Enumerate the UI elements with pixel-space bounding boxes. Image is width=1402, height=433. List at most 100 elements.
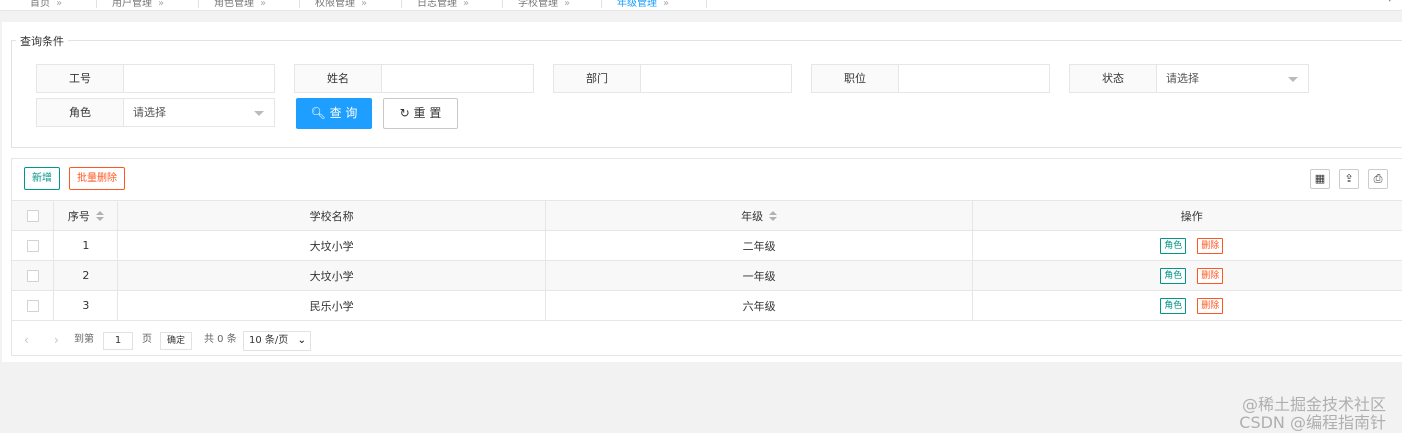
page-number-input[interactable]: 1 [103,332,133,350]
tab-label: 日志管理 [417,0,457,9]
department-field: 部门 [553,64,793,93]
row-grade: 二年级 [545,230,974,261]
row-checkbox[interactable] [26,270,39,282]
delete-button[interactable]: 删除 [1197,297,1224,314]
column-header-label: 年级 [741,209,764,223]
table-header-row: 序号 学校名称 年级 操作 [12,201,1402,231]
tab-label: 年级管理 [617,0,657,9]
employee-no-field: 工号 [36,64,276,93]
search-icon: 🔍︎ [310,106,326,120]
column-header-grade[interactable]: 年级 [545,201,974,231]
total-count: 共 0 条 [204,334,237,345]
role-button[interactable]: 角色 [1160,267,1187,284]
page-confirm-button[interactable]: 确定 [160,332,193,350]
row-grade: 一年级 [545,260,974,291]
tab-scroll-icon[interactable]: ▾ [1387,0,1392,5]
tab-permission-management[interactable]: 权限管理 » [315,0,367,9]
tab-label: 角色管理 [214,0,254,9]
pagination: ‹ › 到第 1 页 确定 共 0 条 10 条/页 ⌄ [12,324,1402,356]
table-panel: 新增 批量删除 ▦ ⇪ ⎙ 序号 学校名称 年级 操作 1 大坟小学 二年级 角… [11,158,1402,356]
batch-delete-button[interactable]: 批量删除 [69,167,125,190]
goto-label: 到第 [74,334,94,345]
query-button[interactable]: 🔍︎ 查 询 [296,98,372,129]
row-actions: 角色 删除 [972,260,1402,291]
page-size-select[interactable]: 10 条/页 ⌄ [243,331,311,351]
main-content: 查询条件 工号 姓名 部门 职位 状态 请选择 角色 请选择 🔍︎ 查 询 ↻ … [2,22,1402,362]
row-select-cell [12,290,55,321]
reset-button-label: 重 置 [413,106,442,120]
tab-separator [706,0,707,8]
watermark-line1: @稀土掘金技术社区 [1241,395,1386,414]
row-checkbox[interactable] [26,300,39,312]
select-all-checkbox[interactable] [26,210,39,222]
role-label: 角色 [37,99,124,126]
search-panel-legend: 查询条件 [16,33,68,49]
next-page-icon[interactable]: › [54,324,59,356]
column-header-index[interactable]: 序号 [53,201,119,231]
name-field: 姓名 [294,64,535,93]
name-input[interactable] [382,65,535,92]
name-label: 姓名 [295,65,382,92]
column-header-label: 序号 [67,209,90,223]
tab-label: 学校管理 [518,0,558,9]
row-grade: 六年级 [545,290,974,321]
position-input[interactable] [899,65,1051,92]
row-actions: 角色 删除 [972,230,1402,261]
role-button[interactable]: 角色 [1160,237,1187,254]
tab-label: 首页 [30,0,50,9]
watermark: @稀土掘金技术社区 CSDN @编程指南针 [1239,396,1386,432]
row-checkbox[interactable] [26,240,39,252]
department-input[interactable] [641,65,793,92]
tab-separator [401,0,402,8]
position-label: 职位 [812,65,899,92]
tab-label: 权限管理 [315,0,355,9]
tab-close-icon[interactable]: » [260,0,266,9]
sort-icon[interactable] [95,211,104,222]
tab-close-icon[interactable]: » [361,0,367,9]
columns-icon[interactable]: ▦ [1310,169,1330,189]
row-select-cell [12,230,55,261]
tab-close-icon[interactable]: » [158,0,164,9]
refresh-icon: ↻ [399,106,410,120]
tab-close-icon[interactable]: » [663,0,669,9]
tab-grade-management[interactable]: 年级管理 » [617,0,669,9]
role-field: 角色 请选择 [36,98,275,127]
search-panel [11,40,1402,148]
add-button[interactable]: 新增 [24,167,60,190]
export-icon[interactable]: ⇪ [1339,169,1359,189]
table-row: 1 大坟小学 二年级 角色 删除 [12,230,1402,261]
print-icon[interactable]: ⎙ [1368,169,1388,189]
tab-user-management[interactable]: 用户管理 » [112,0,164,9]
table-toolbar: 新增 批量删除 ▦ ⇪ ⎙ [12,159,1402,201]
table-row: 2 大坟小学 一年级 角色 删除 [12,260,1402,291]
chevron-down-icon: ⌄ [297,335,306,346]
tab-close-icon[interactable]: » [56,0,62,9]
reset-button[interactable]: ↻ 重 置 [383,98,458,129]
tab-separator [299,0,300,8]
row-school: 民乐小学 [117,290,546,321]
sort-icon[interactable] [769,211,778,222]
tab-log-management[interactable]: 日志管理 » [417,0,469,9]
tab-separator [502,0,503,8]
employee-no-input[interactable] [124,65,276,92]
chevron-down-icon[interactable] [1288,77,1298,82]
tab-school-management[interactable]: 学校管理 » [518,0,570,9]
tab-close-icon[interactable]: » [564,0,570,9]
tab-home[interactable]: 首页 » [30,0,62,9]
tab-close-icon[interactable]: » [463,0,469,9]
tab-role-management[interactable]: 角色管理 » [214,0,266,9]
prev-page-icon[interactable]: ‹ [24,324,29,356]
tab-separator [96,0,97,8]
row-index: 2 [53,260,119,291]
data-table: 序号 学校名称 年级 操作 1 大坟小学 二年级 角色 删除 2 大坟小学 一年… [12,201,1402,321]
row-index: 1 [53,230,119,261]
delete-button[interactable]: 删除 [1197,267,1224,284]
department-label: 部门 [554,65,641,92]
row-actions: 角色 删除 [972,290,1402,321]
role-button[interactable]: 角色 [1160,297,1187,314]
delete-button[interactable]: 删除 [1197,237,1224,254]
tab-separator [198,0,199,8]
chevron-down-icon[interactable] [254,111,264,116]
column-header-actions: 操作 [972,201,1402,231]
tab-separator [601,0,602,8]
